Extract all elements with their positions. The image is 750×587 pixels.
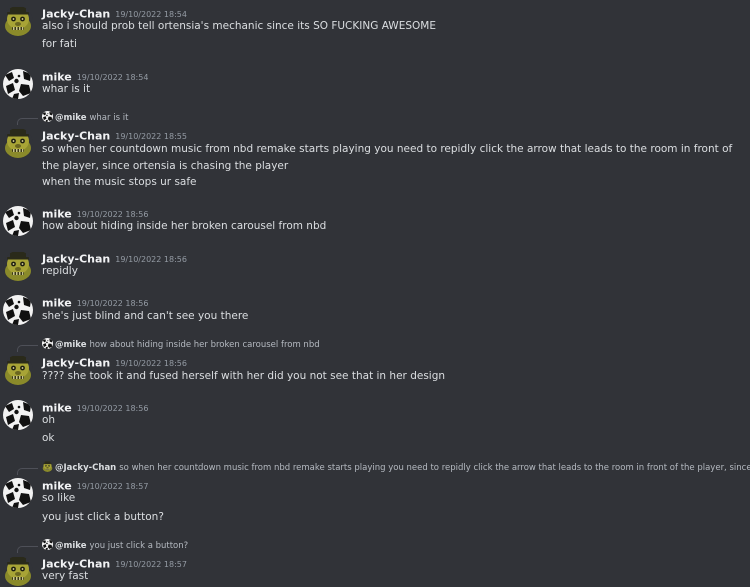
avatar-mike[interactable] — [3, 295, 33, 325]
reply-avatar-jacky-chan — [42, 461, 53, 472]
reply-spine — [17, 468, 38, 475]
message-header: Jacky-Chan 19/10/2022 18:56 — [42, 353, 187, 370]
timestamp: 19/10/2022 18:55 — [115, 131, 187, 141]
reply-preview[interactable]: @mike whar is it — [42, 111, 750, 125]
message-text: repidly — [42, 265, 78, 277]
timestamp: 19/10/2022 18:56 — [76, 298, 149, 308]
reply-text: how about hiding inside her broken carou… — [89, 340, 320, 350]
timestamp: 19/10/2022 18:56 — [115, 254, 187, 264]
message-text: so like — [42, 492, 76, 504]
avatar-mike[interactable] — [3, 206, 33, 236]
message-text: very fast — [42, 570, 89, 582]
reply-spine — [17, 118, 38, 125]
avatar-mike[interactable] — [3, 478, 33, 508]
reply-preview[interactable]: @mike how about hiding inside her broken … — [42, 338, 750, 352]
reply-author: @mike — [55, 340, 87, 350]
message-text: so when her countdown music from nbd rem… — [42, 143, 733, 172]
message-text: for fati — [42, 38, 77, 50]
reply-author: @mike — [55, 113, 87, 123]
avatar-mike[interactable] — [3, 69, 33, 99]
reply-avatar-mike — [42, 338, 53, 349]
avatar-jacky-chan[interactable] — [3, 128, 33, 158]
avatar-mike[interactable] — [3, 400, 33, 430]
message-text: whar is it — [42, 83, 91, 95]
reply-spine — [17, 546, 38, 553]
message-header: Jacky-Chan 19/10/2022 18:55 — [42, 126, 187, 143]
reply-author: @mike — [55, 541, 87, 551]
message-text: ???? she took it and fused herself with … — [42, 370, 446, 382]
avatar-jacky-chan[interactable] — [3, 355, 33, 385]
timestamp: 19/10/2022 18:56 — [115, 358, 187, 368]
message-text: oh — [42, 414, 56, 426]
message-text: how about hiding inside her broken carou… — [42, 220, 327, 232]
avatar-jacky-chan[interactable] — [3, 6, 33, 36]
timestamp: 19/10/2022 18:57 — [115, 559, 187, 569]
avatar-jacky-chan[interactable] — [3, 251, 33, 281]
reply-spine — [17, 345, 38, 352]
timestamp: 19/10/2022 18:56 — [76, 403, 149, 413]
chat-message-list: Jacky-Chan 19/10/2022 18:54 also i should… — [0, 0, 750, 587]
message-header: mike 19/10/2022 18:56 — [42, 293, 149, 310]
reply-preview[interactable]: @Jacky-Chan so when her countdown music f… — [42, 461, 750, 475]
reply-avatar-mike — [42, 539, 53, 550]
message-text: you just click a button? — [42, 511, 164, 523]
message-text: when the music stops ur safe — [42, 176, 197, 188]
message-text: ok — [42, 432, 55, 444]
reply-text: you just click a button? — [89, 541, 189, 551]
timestamp: 19/10/2022 18:57 — [76, 481, 149, 491]
reply-preview[interactable]: @mike you just click a button? — [42, 539, 750, 553]
reply-author: @Jacky-Chan — [55, 463, 117, 473]
message-text: she's just blind and can't see you there — [42, 310, 249, 322]
avatar-jacky-chan[interactable] — [3, 556, 33, 586]
reply-avatar-mike — [42, 111, 53, 122]
message-text: also i should prob tell ortensia's mecha… — [42, 20, 436, 32]
reply-text: so when her countdown music from nbd rem… — [119, 463, 750, 473]
message-header: mike 19/10/2022 18:56 — [42, 398, 149, 415]
reply-text: whar is it — [89, 113, 129, 123]
